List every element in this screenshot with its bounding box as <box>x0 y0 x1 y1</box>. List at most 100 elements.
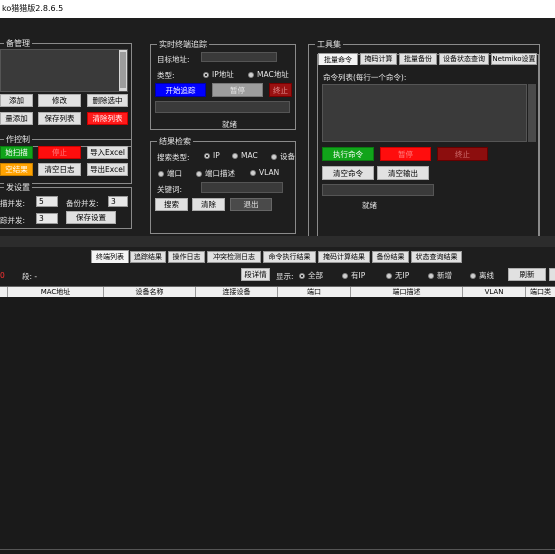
start-trace-button[interactable]: 开始追踪 <box>155 83 206 97</box>
column-header-mac[interactable]: MAC地址 <box>8 287 104 297</box>
command-progress-bar <box>322 184 434 196</box>
radio-dot-icon <box>386 272 392 279</box>
command-list-label: 命令列表(每行一个命令): <box>323 73 407 82</box>
type-ip-radio[interactable]: IP地址 <box>203 69 234 80</box>
window-title: ko猎猎版2.8.6.5 <box>0 0 555 18</box>
segment-detail-button[interactable]: 段详情 <box>241 268 270 281</box>
backup-concurrency-field[interactable]: 3 <box>108 196 128 207</box>
radio-dot-icon <box>158 170 164 177</box>
type-mac-radio[interactable]: MAC地址 <box>248 69 289 80</box>
search-vlan-radio[interactable]: VLAN <box>250 168 279 177</box>
column-header-port[interactable]: 端口 <box>278 287 351 297</box>
scan-concurrency-field[interactable]: 5 <box>36 196 58 207</box>
target-address-label: 目标地址: <box>157 55 190 64</box>
command-scrollbar[interactable] <box>528 84 536 142</box>
clear-output-button[interactable]: 清空输出 <box>377 166 429 180</box>
batch-add-button[interactable]: 量添加 <box>0 112 33 125</box>
clear-log-button[interactable]: 清空日志 <box>38 163 81 176</box>
add-device-button[interactable]: 添加 <box>0 94 33 107</box>
radio-dot-icon <box>232 152 238 159</box>
radio-dot-icon <box>204 152 210 159</box>
export-excel-button[interactable]: 导出Excel <box>87 163 128 176</box>
tab-conflict-log[interactable]: 冲突检测日志 <box>207 251 261 263</box>
pause-command-button[interactable]: 暂停 <box>380 147 431 161</box>
clear-results-button[interactable]: 空结果 <box>0 163 33 176</box>
column-header-connected-device[interactable]: 连接设备 <box>196 287 278 297</box>
segment-label: 段: - <box>22 272 38 281</box>
stop-trace-button[interactable]: 终止 <box>269 83 292 97</box>
terminal-count: 0 <box>0 271 5 280</box>
filter-all-radio[interactable]: 全部 <box>299 270 323 281</box>
import-excel-button[interactable]: 导入Excel <box>87 146 128 159</box>
scan-concurrency-label: 描并发: <box>0 199 26 208</box>
splitter-bar[interactable] <box>0 236 555 247</box>
tab-trace-results[interactable]: 追踪结果 <box>130 251 166 263</box>
clear-commands-button[interactable]: 清空命令 <box>322 166 374 180</box>
search-ip-radio[interactable]: IP <box>204 151 220 160</box>
exit-button[interactable]: 退出 <box>230 198 272 211</box>
save-list-button[interactable]: 保存列表 <box>38 112 81 125</box>
tab-netmiko-settings[interactable]: Netmiko设置 <box>491 53 537 65</box>
refresh-button[interactable]: 刷新 <box>508 268 546 281</box>
tab-device-status[interactable]: 设备状态查询 <box>439 53 489 65</box>
trace-progress-bar <box>155 101 290 113</box>
stop-button[interactable]: 停止 <box>38 146 81 159</box>
filter-has-ip-radio[interactable]: 有IP <box>342 270 365 281</box>
trace-concurrency-field[interactable]: 3 <box>36 213 58 224</box>
stop-command-button[interactable]: 终止 <box>437 147 488 161</box>
search-port-desc-radio[interactable]: 端口描述 <box>196 168 235 179</box>
display-label: 显示: <box>276 272 294 281</box>
trace-status-text: 就绪 <box>222 120 237 129</box>
device-list-scrollbar[interactable] <box>119 50 127 91</box>
terminal-table[interactable]: MAC地址 设备名称 连接设备 端口 端口描述 VLAN 端口类 <box>0 286 555 554</box>
radio-dot-icon <box>196 170 202 177</box>
search-button[interactable]: 搜索 <box>155 198 188 211</box>
search-mac-radio[interactable]: MAC <box>232 151 258 160</box>
tab-batch-command[interactable]: 批量命令 <box>318 53 358 65</box>
column-header-port-desc[interactable]: 端口描述 <box>351 287 463 297</box>
column-header-device-name[interactable]: 设备名称 <box>104 287 196 297</box>
column-header-vlan[interactable]: VLAN <box>463 287 526 297</box>
device-management-title: 备管理 <box>4 38 32 49</box>
tab-operation-log[interactable]: 操作日志 <box>168 251 205 263</box>
column-header[interactable] <box>0 287 8 297</box>
radio-dot-icon <box>250 169 256 176</box>
search-port-radio[interactable]: 端口 <box>158 168 182 179</box>
table-header: MAC地址 设备名称 连接设备 端口 端口描述 VLAN 端口类 <box>0 287 555 297</box>
keyword-input[interactable] <box>201 182 283 193</box>
keyword-label: 关键词: <box>157 185 183 194</box>
tab-batch-backup[interactable]: 批量备份 <box>399 53 437 65</box>
save-settings-button[interactable]: 保存设置 <box>66 211 116 224</box>
concurrency-settings-title: 发设置 <box>4 182 32 193</box>
pause-trace-button[interactable]: 暂停 <box>212 83 263 97</box>
radio-dot-icon <box>342 272 348 279</box>
edit-device-button[interactable]: 修改 <box>38 94 81 107</box>
realtime-trace-title: 实时终端追踪 <box>157 39 209 50</box>
filter-new-radio[interactable]: 新增 <box>428 270 452 281</box>
tab-backup-results[interactable]: 备份结果 <box>372 251 409 263</box>
device-list-box[interactable] <box>0 49 128 92</box>
extra-action-button[interactable] <box>549 268 555 281</box>
search-type-label: 搜索类型: <box>157 153 190 162</box>
search-device-radio[interactable]: 设备 <box>271 151 295 162</box>
radio-dot-icon <box>428 272 434 279</box>
tab-terminal-list[interactable]: 终端列表 <box>91 250 129 263</box>
command-status-text: 就绪 <box>362 201 377 210</box>
execute-command-button[interactable]: 执行命令 <box>322 147 374 161</box>
toolbox-title: 工具集 <box>315 39 343 50</box>
tab-command-results[interactable]: 命令执行结果 <box>263 251 316 263</box>
radio-dot-icon <box>470 272 476 279</box>
clear-search-button[interactable]: 清除 <box>192 198 225 211</box>
command-list-textarea[interactable] <box>322 84 527 142</box>
column-header-port-type[interactable]: 端口类 <box>526 287 555 297</box>
tab-status-results[interactable]: 状态查询结果 <box>411 251 462 263</box>
filter-offline-radio[interactable]: 离线 <box>470 270 494 281</box>
start-scan-button[interactable]: 始扫描 <box>0 146 33 159</box>
tab-mask-calc[interactable]: 掩码计算 <box>360 53 397 65</box>
tab-mask-results[interactable]: 掩码计算结果 <box>318 251 370 263</box>
delete-selected-button[interactable]: 删除选中 <box>87 94 128 107</box>
filter-no-ip-radio[interactable]: 无IP <box>386 270 409 281</box>
trace-concurrency-label: 踪并发: <box>0 216 26 225</box>
clear-list-button[interactable]: 清除列表 <box>87 112 128 125</box>
target-address-input[interactable] <box>201 52 277 62</box>
